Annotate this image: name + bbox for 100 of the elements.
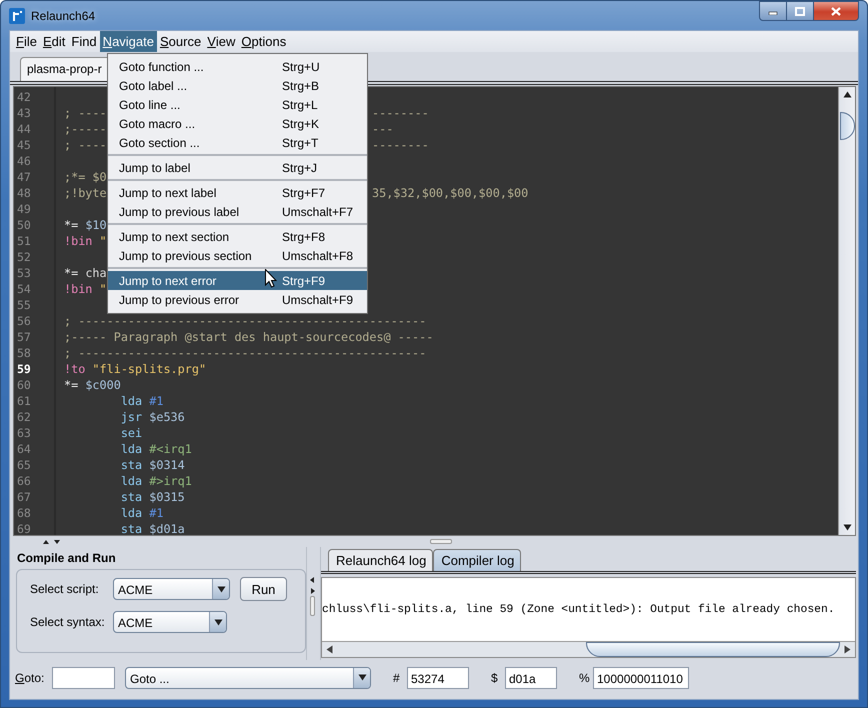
line-number: 58 — [16, 345, 32, 361]
field-label: % — [579, 670, 591, 684]
field-label: Goto: — [15, 670, 46, 684]
line-number: 61 — [16, 393, 32, 409]
line-number: 60 — [16, 377, 32, 393]
field-label: # — [393, 670, 401, 684]
menu-item[interactable]: File — [13, 31, 40, 52]
menu-option[interactable]: Goto section ... Strg+T — [108, 133, 367, 152]
line-number: 68 — [16, 505, 32, 521]
field-label: $ — [491, 670, 499, 684]
field-label: Select script: — [30, 582, 100, 596]
code-line: ;!byte — [64, 185, 107, 201]
menu-option[interactable]: Jump to label Strg+J — [108, 158, 367, 177]
menu-item[interactable]: Options — [238, 31, 290, 52]
line-number: 43 — [16, 105, 32, 121]
line-number: 56 — [16, 313, 32, 329]
minimize-button[interactable] — [759, 1, 787, 21]
goto-field[interactable] — [52, 666, 115, 688]
line-number: 59 — [16, 361, 32, 377]
menu-item[interactable]: Edit — [40, 31, 68, 52]
line-number: 48 — [16, 185, 32, 201]
number-field[interactable]: 1000000011010 — [593, 666, 689, 688]
splitter-handle[interactable] — [310, 596, 315, 616]
log-tab[interactable]: Relaunch64 log — [328, 549, 434, 571]
line-number: 65 — [16, 457, 32, 473]
menu-option[interactable]: Jump to previous section Umschalt+F8 — [108, 246, 367, 265]
line-number: 44 — [16, 121, 32, 137]
scrollbar[interactable] — [322, 641, 855, 657]
line-number: 54 — [16, 281, 32, 297]
menu-option[interactable]: Jump to previous label Umschalt+F7 — [108, 202, 367, 221]
log-text: chluss\fli-splits.a, line 59 (Zone <untitled>): Output file already chosen. — [322, 604, 835, 616]
code-line: ; ------------------------------------------------- — [64, 345, 426, 361]
dropdown-arrow-icon — [214, 618, 222, 626]
code-line: ;*= $0 — [64, 169, 107, 185]
code-line: sta $d01a — [120, 521, 185, 537]
line-number: 53 — [16, 265, 32, 281]
line-number: 62 — [16, 409, 32, 425]
scroll-down-arrow-icon — [842, 524, 852, 531]
scrollbar[interactable] — [838, 87, 855, 535]
menu-item[interactable]: Source — [156, 31, 204, 52]
code-line: -------- — [372, 137, 429, 153]
menu-option[interactable]: Jump to next section Strg+F8 — [108, 227, 367, 246]
code-line: 35,$32,$00,$00,$00,$00 — [372, 185, 528, 201]
scroll-thumb[interactable] — [840, 112, 854, 140]
code-line: sta $0315 — [120, 489, 185, 505]
script-dropdown[interactable]: ACME — [113, 578, 230, 600]
maximize-button[interactable] — [787, 1, 814, 21]
menu-option[interactable]: Goto line ... Strg+L — [108, 95, 367, 114]
group-title: Compile and Run — [17, 551, 117, 565]
line-number: 57 — [16, 329, 32, 345]
menu-option[interactable]: Jump to next error Strg+F9 — [108, 271, 367, 290]
line-number: 67 — [16, 489, 32, 505]
line-number: 55 — [16, 297, 32, 313]
menu-option[interactable]: Goto macro ... Strg+K — [108, 114, 367, 133]
code-line: !bin " — [64, 233, 107, 249]
split-arrows-icon — [310, 577, 315, 595]
code-line: lda #>irq1 — [120, 473, 192, 489]
run-button[interactable]: Run — [240, 577, 287, 601]
scroll-up-arrow-icon — [842, 91, 852, 98]
line-number: 50 — [16, 217, 32, 233]
code-line: ; ------------------------------------------------- — [64, 313, 426, 329]
menu-item[interactable]: Find — [68, 31, 100, 52]
code-line: *= $10 — [64, 217, 107, 233]
goto-dropdown[interactable]: Goto ... — [125, 666, 371, 688]
code-line: ;----- — [64, 121, 107, 137]
splitter-handle[interactable] — [430, 539, 452, 544]
log-tab[interactable]: Compiler log — [433, 549, 522, 571]
menu-item[interactable]: Navigate — [100, 31, 157, 52]
line-number: 64 — [16, 441, 32, 457]
close-button[interactable] — [814, 1, 859, 21]
code-line: ;----- Paragraph @start des haupt-sourcecodes@ ----- — [64, 329, 434, 345]
line-number: 47 — [16, 169, 32, 185]
code-line: !to "fli-splits.prg" — [64, 361, 206, 377]
scroll-right-arrow-icon — [844, 645, 851, 654]
code-line: sta $0314 — [120, 457, 185, 473]
window-title: Relaunch64 — [31, 8, 96, 22]
dropdown-arrow-icon — [216, 586, 226, 592]
number-field[interactable]: d01a — [505, 666, 557, 688]
scroll-thumb[interactable] — [586, 642, 840, 657]
line-number: 63 — [16, 425, 32, 441]
menu-item[interactable]: View — [204, 31, 238, 52]
close-icon — [831, 6, 841, 16]
line-number: 46 — [16, 153, 32, 169]
code-line: jsr $e536 — [120, 409, 185, 425]
code-line: -------- — [372, 105, 429, 121]
app-icon — [9, 8, 25, 24]
syntax-dropdown[interactable]: ACME — [113, 611, 227, 633]
code-line: sei — [120, 425, 142, 441]
code-line: ; ---- — [64, 137, 107, 153]
field-label: Select syntax: — [30, 615, 106, 629]
menu-option[interactable]: Jump to previous error Umschalt+F9 — [108, 290, 367, 309]
line-number: 42 — [16, 89, 32, 105]
line-number: 69 — [16, 521, 32, 537]
code-line: *= cha — [64, 265, 107, 281]
split-arrows-icon — [43, 538, 61, 544]
line-number: 66 — [16, 473, 32, 489]
number-field[interactable]: 53274 — [407, 666, 469, 688]
menu-option[interactable]: Jump to next label Strg+F7 — [108, 183, 367, 202]
code-line: *= $c000 — [64, 377, 121, 393]
code-line: --- — [372, 121, 394, 137]
